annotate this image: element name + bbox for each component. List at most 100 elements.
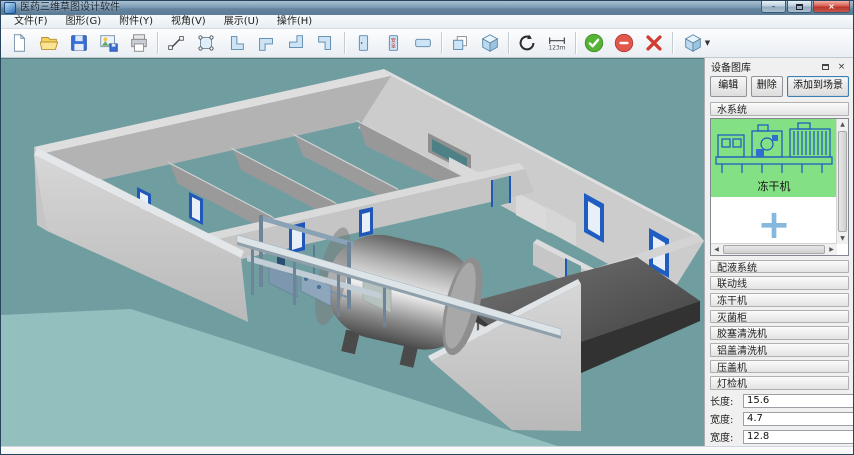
gallery-viewport: 冻干机 + [711, 119, 837, 244]
category-liquid-preparation[interactable]: 配液系统 [710, 260, 849, 274]
dimension-row-width-1: 宽度: [710, 411, 849, 426]
chevron-down-icon: ▼ [705, 39, 710, 47]
panel-button-row: 编辑 删除 添加到场景 [710, 76, 849, 97]
gallery-add-item[interactable]: + [711, 197, 837, 244]
view-cube-icon [682, 32, 704, 54]
rotate-view-icon [516, 32, 538, 54]
window-tool-button[interactable] [408, 29, 438, 58]
gallery-vertical-scrollbar[interactable]: ▲ ▼ [836, 119, 848, 244]
maximize-button[interactable] [787, 1, 812, 13]
category-light-inspector[interactable]: 灯检机 [710, 376, 849, 390]
print-button[interactable] [124, 29, 154, 58]
svg-text:123m: 123m [548, 44, 565, 51]
equipment-gallery-list: 冻干机 + ▲ ▼ ◀ ▶ [710, 118, 849, 256]
save-icon [68, 32, 90, 54]
line-tool-button[interactable] [161, 29, 191, 58]
remove-button[interactable] [609, 29, 639, 58]
menu-graphics[interactable]: 图形(G) [57, 15, 111, 28]
edit-button[interactable]: 编辑 [710, 76, 747, 97]
window-title: 医药三维草图设计软件 [20, 1, 120, 15]
svg-text:全: 全 [391, 43, 396, 50]
view-2d-icon [449, 32, 471, 54]
close-button[interactable]: × [813, 1, 850, 13]
view-3d-button[interactable] [475, 29, 505, 58]
menu-operation[interactable]: 操作(H) [268, 15, 321, 28]
gallery-item-selected[interactable]: 冻干机 [711, 119, 837, 197]
scroll-up-icon[interactable]: ▲ [837, 119, 848, 130]
horizontal-scroll-thumb[interactable] [723, 245, 825, 254]
menu-file[interactable]: 文件(F) [5, 15, 57, 28]
measure-tool-icon: 123m [546, 32, 568, 54]
category-linkage-line[interactable]: 联动线 [710, 276, 849, 290]
category-stopper-washer[interactable]: 胶塞清洗机 [710, 326, 849, 340]
polygon-tool-button[interactable] [191, 29, 221, 58]
close-icon: × [828, 2, 835, 12]
menu-attachments[interactable]: 附件(Y) [110, 15, 162, 28]
category-cap-washer[interactable]: 铝盖清洗机 [710, 343, 849, 357]
confirm-button[interactable] [579, 29, 609, 58]
scroll-right-icon[interactable]: ▶ [826, 244, 837, 255]
scroll-left-icon[interactable]: ◀ [711, 244, 722, 255]
door-tool-button[interactable] [348, 29, 378, 58]
titlebar[interactable]: 医药三维草图设计软件 – × [1, 1, 853, 15]
add-to-scene-button[interactable]: 添加到场景 [787, 76, 849, 97]
statusbar [1, 446, 853, 455]
view-cube-dropdown-button[interactable]: ▼ [676, 29, 716, 58]
gallery-horizontal-scrollbar[interactable]: ◀ ▶ [711, 243, 837, 255]
rotate-view-button[interactable] [512, 29, 542, 58]
corner-wall-1-button[interactable] [221, 29, 251, 58]
corner-wall-2-button[interactable] [251, 29, 281, 58]
confirm-icon [583, 32, 605, 54]
width-input-2[interactable] [743, 430, 854, 444]
length-input[interactable] [743, 394, 854, 408]
freeze-dryer-cad-thumbnail [712, 121, 836, 179]
polygon-tool-icon [195, 32, 217, 54]
delete-button-panel[interactable]: 删除 [751, 76, 783, 97]
maximize-icon [796, 4, 803, 10]
gallery-item-label: 冻干机 [758, 179, 791, 194]
menu-display[interactable]: 展示(U) [215, 15, 268, 28]
panel-float-button[interactable] [818, 60, 833, 74]
scroll-down-icon[interactable]: ▼ [837, 233, 848, 244]
minimize-button[interactable]: – [761, 1, 786, 13]
measure-tool-button[interactable]: 123m [542, 29, 572, 58]
minimize-icon: – [772, 2, 776, 12]
delete-icon [643, 32, 665, 54]
door-blue [359, 207, 373, 237]
export-image-button[interactable] [94, 29, 124, 58]
print-icon [128, 32, 150, 54]
corner-wall-4-icon [315, 32, 337, 54]
main-area: 设备图库 × 编辑 删除 添加到场景 水系统 [1, 58, 853, 446]
corner-wall-2-icon [255, 32, 277, 54]
save-button[interactable] [64, 29, 94, 58]
length-label: 长度: [710, 393, 743, 408]
width-label-1: 宽度: [710, 411, 743, 426]
corner-wall-1-icon [225, 32, 247, 54]
toolbar-separator [441, 32, 442, 54]
toolbar-separator [508, 32, 509, 54]
new-file-button[interactable] [4, 29, 34, 58]
category-capping-machine[interactable]: 压盖机 [710, 360, 849, 374]
plus-icon: + [757, 205, 791, 244]
width-input-1[interactable] [743, 412, 854, 426]
open-folder-button[interactable] [34, 29, 64, 58]
corner-wall-4-button[interactable] [311, 29, 341, 58]
category-sterilizer[interactable]: 灭菌柜 [710, 310, 849, 324]
dimension-row-width-2: 宽度: [710, 429, 849, 444]
view-2d-button[interactable] [445, 29, 475, 58]
category-water-system[interactable]: 水系统 [710, 102, 849, 116]
category-freeze-dryer[interactable]: 冻干机 [710, 293, 849, 307]
app-icon [4, 2, 16, 14]
open-folder-icon [38, 32, 60, 54]
safety-door-tool-button[interactable]: 安全 [378, 29, 408, 58]
viewport-3d-scene [1, 59, 704, 446]
close-icon: × [838, 62, 846, 72]
corner-wall-3-button[interactable] [281, 29, 311, 58]
delete-button[interactable] [639, 29, 669, 58]
panel-close-button[interactable]: × [834, 60, 849, 74]
line-tool-icon [165, 32, 187, 54]
window-controls: – × [760, 1, 850, 13]
menu-view-angle[interactable]: 视角(V) [162, 15, 215, 28]
viewport-3d[interactable] [1, 58, 704, 446]
vertical-scroll-thumb[interactable] [838, 131, 847, 232]
